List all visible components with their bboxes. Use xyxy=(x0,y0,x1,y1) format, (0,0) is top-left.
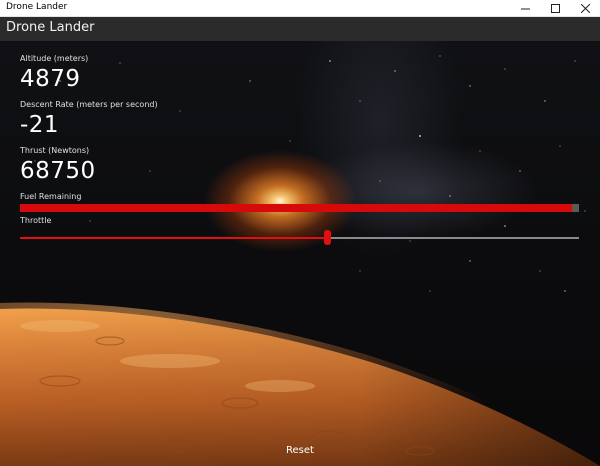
thrust-value: 68750 xyxy=(20,158,96,184)
maximize-button[interactable] xyxy=(540,0,570,16)
close-icon xyxy=(580,3,590,13)
descent-rate-value: -21 xyxy=(20,112,60,138)
altitude-label: Altitude (meters) xyxy=(20,54,89,63)
window-titlebar: Drone Lander xyxy=(0,0,600,17)
maximize-icon xyxy=(550,3,560,13)
fuel-progress-bar xyxy=(20,204,579,212)
minimize-icon xyxy=(520,8,530,9)
reset-button[interactable]: Reset xyxy=(275,441,325,461)
throttle-label: Throttle xyxy=(20,216,52,225)
app-title: Drone Lander xyxy=(6,20,95,35)
descent-rate-label: Descent Rate (meters per second) xyxy=(20,100,158,109)
minimize-button[interactable] xyxy=(510,0,540,16)
fuel-progress-remainder xyxy=(572,204,579,212)
window-title: Drone Lander xyxy=(6,2,68,12)
thrust-label: Thrust (Newtons) xyxy=(20,146,90,155)
throttle-slider-fill xyxy=(20,237,327,239)
throttle-slider-thumb[interactable] xyxy=(324,230,331,245)
close-button[interactable] xyxy=(570,0,600,16)
throttle-slider[interactable] xyxy=(20,228,579,248)
fuel-progress-fill xyxy=(20,204,572,212)
altitude-value: 4879 xyxy=(20,66,81,92)
fuel-label: Fuel Remaining xyxy=(20,192,82,201)
app-header: Drone Lander xyxy=(0,17,600,41)
